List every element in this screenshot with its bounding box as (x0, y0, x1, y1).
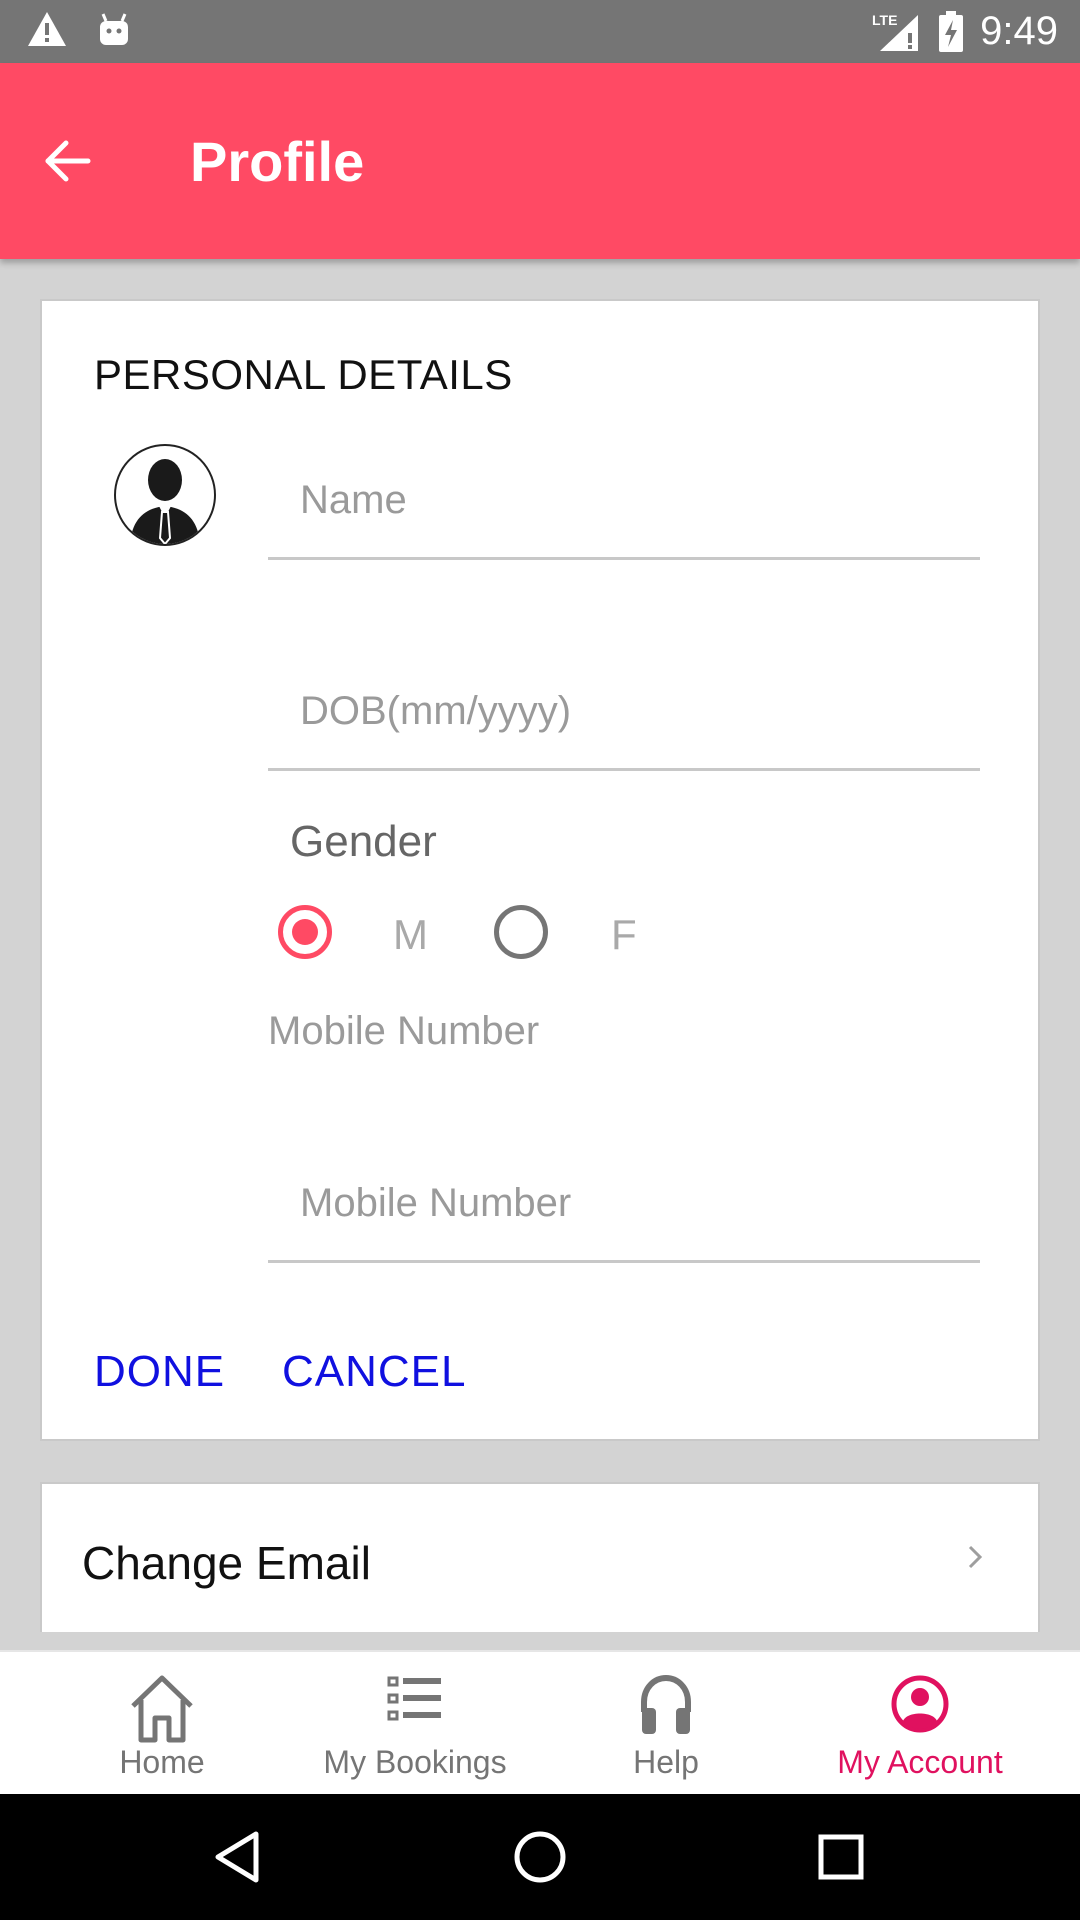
nav-my-account[interactable]: My Account (810, 1652, 1030, 1796)
cancel-button[interactable]: CANCEL (282, 1347, 467, 1397)
nav-label-my-account: My Account (837, 1744, 1003, 1780)
nav-home[interactable]: Home (62, 1652, 262, 1796)
section-title: PERSONAL DETAILS (94, 351, 513, 398)
dob-input[interactable] (300, 689, 960, 734)
change-email-label: Change Email (82, 1537, 371, 1589)
page-title: Profile (190, 130, 365, 193)
android-icon (100, 13, 128, 45)
nav-my-bookings[interactable]: My Bookings (300, 1652, 530, 1796)
home-circle-icon[interactable] (509, 1826, 571, 1888)
home-icon (131, 1675, 193, 1743)
gender-radio-m[interactable] (278, 905, 332, 959)
nav-label-my-bookings: My Bookings (323, 1744, 507, 1780)
gender-label-m[interactable]: M (393, 911, 428, 959)
change-email-row[interactable]: Change Email (40, 1482, 1040, 1632)
done-button[interactable]: DONE (94, 1347, 225, 1397)
svg-text:LTE: LTE (872, 12, 897, 28)
avatar[interactable] (114, 444, 216, 546)
personal-details-card: PERSONAL DETAILS Gender M F Mobile Numbe… (40, 299, 1040, 1441)
dob-field[interactable] (268, 649, 980, 771)
arrow-left-icon (45, 140, 91, 182)
back-triangle-icon[interactable] (206, 1826, 268, 1888)
status-bar: LTE 9:49 (0, 0, 1080, 63)
mobile-number-field[interactable] (268, 1141, 980, 1263)
system-navigation-bar (0, 1794, 1080, 1920)
name-field[interactable] (268, 438, 980, 560)
gender-label: Gender (290, 817, 437, 866)
headset-icon (641, 1674, 691, 1734)
status-time: 9:49 (980, 9, 1058, 53)
app-bar: Profile (0, 63, 1080, 259)
name-input[interactable] (300, 478, 960, 523)
chevron-right-icon (968, 1545, 983, 1569)
lte-signal-icon: LTE (872, 12, 919, 51)
nav-label-home: Home (119, 1744, 205, 1780)
recents-square-icon[interactable] (810, 1826, 872, 1888)
bottom-navigation: Home My Bookings Help My Account (0, 1650, 1080, 1794)
person-silhouette-icon (130, 459, 200, 544)
mobile-number-label: Mobile Number (268, 1009, 540, 1053)
warning-icon (28, 12, 66, 46)
gender-label-f[interactable]: F (611, 911, 637, 959)
list-icon (387, 1676, 441, 1721)
battery-charging-icon (939, 10, 964, 52)
account-circle-icon (891, 1675, 949, 1733)
nav-label-help: Help (633, 1744, 699, 1780)
nav-help[interactable]: Help (566, 1652, 766, 1796)
mobile-number-input[interactable] (300, 1181, 960, 1226)
gender-radio-f[interactable] (494, 905, 548, 959)
back-button[interactable] (40, 133, 96, 189)
